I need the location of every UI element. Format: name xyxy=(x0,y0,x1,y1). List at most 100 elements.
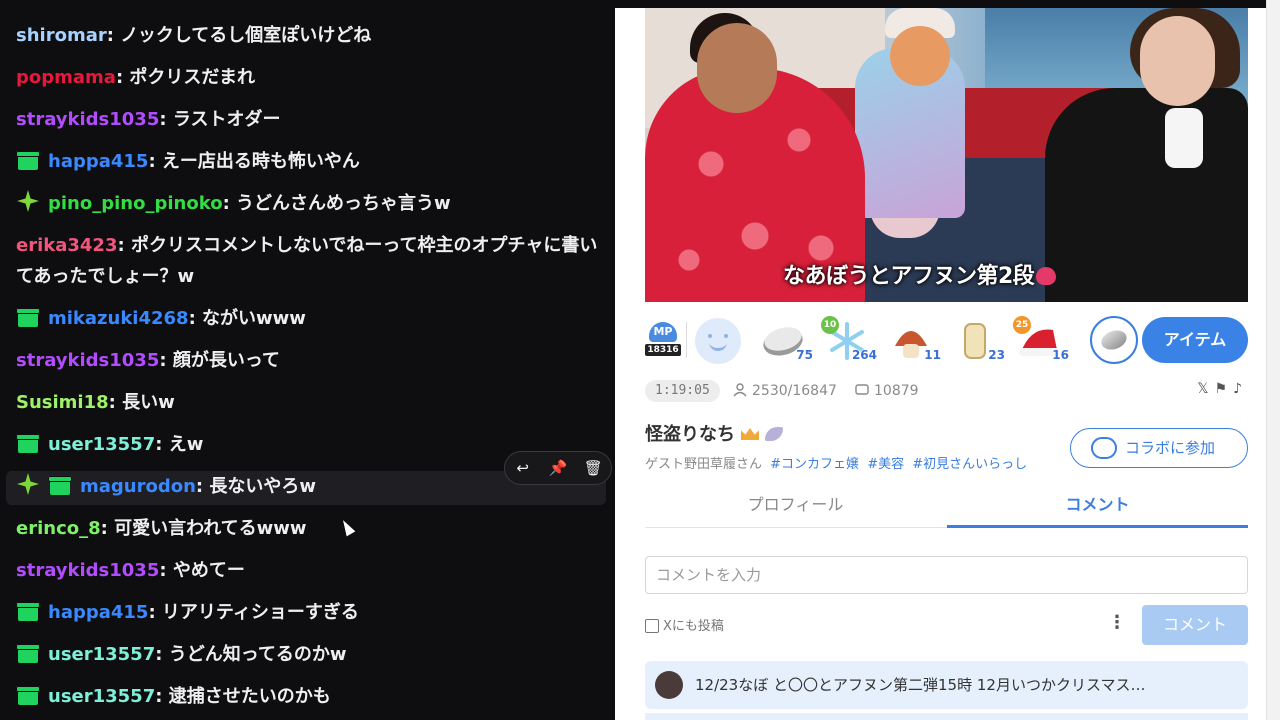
chat-username[interactable]: straykids1035 xyxy=(16,350,159,371)
reply-icon[interactable]: ↩ xyxy=(509,459,537,477)
chat-username[interactable]: popmama xyxy=(16,67,116,88)
mushroom-item[interactable]: 11 xyxy=(885,316,941,364)
chat-message[interactable]: popmama: ポクリスだまれ xyxy=(16,62,606,93)
chat-username[interactable]: erinco_8 xyxy=(16,518,101,539)
colon: : xyxy=(188,308,203,329)
mp-label: MP xyxy=(649,322,677,342)
smile-icon[interactable] xyxy=(695,318,741,364)
chat-message[interactable]: pino_pino_pinoko: うどんさんめっちゃ言うw xyxy=(16,188,606,219)
gift-badge-icon xyxy=(16,642,40,664)
chat-text: 長ないやろw xyxy=(209,476,317,497)
chat-message[interactable]: shiromar: ノックしてるし個室ぽいけどね xyxy=(16,20,606,51)
top-bar xyxy=(615,0,1280,8)
chat-username[interactable]: straykids1035 xyxy=(16,109,159,130)
send-comment-button[interactable]: コメント xyxy=(1142,605,1248,645)
colon: : xyxy=(195,476,210,497)
coin-button[interactable] xyxy=(1090,316,1138,364)
comment-icon xyxy=(855,384,869,395)
more-options-icon[interactable]: ⋮ xyxy=(1108,612,1126,633)
viewer-count: 2530/16847 xyxy=(733,380,837,402)
pin-icon[interactable]: 📌 xyxy=(544,459,572,477)
chat-message[interactable]: user13557: 逮捕させたいのかも xyxy=(16,681,606,712)
item-bar: MP 18316 75 10 264 11 23 25 16 アイテム xyxy=(645,316,1248,364)
message-actions: ↩ 📌 🗑 xyxy=(504,451,612,485)
item-level: 10 xyxy=(821,316,839,334)
tab-comments[interactable]: コメント xyxy=(947,490,1248,528)
tag[interactable]: #初見さんいらっし xyxy=(912,457,1027,472)
chat-message[interactable]: erinco_8: 可愛い言われてるwww xyxy=(16,513,606,544)
chat-username[interactable]: user13557 xyxy=(48,686,155,707)
chat-username[interactable]: happa415 xyxy=(48,151,148,172)
chat-text: リアリティショーすぎる xyxy=(161,602,359,623)
tag[interactable]: #コンカフェ嬢 xyxy=(770,457,859,472)
video-player[interactable]: なあぼうとアフヌン第2段 xyxy=(645,8,1248,302)
trash-icon[interactable]: 🗑 xyxy=(579,459,607,477)
music-icon[interactable]: ♪ xyxy=(1233,381,1248,397)
chat-message[interactable]: mikazuki4268: ながいwww xyxy=(16,303,606,334)
teapot-icon xyxy=(1036,267,1057,285)
item-level: 25 xyxy=(1013,316,1031,334)
chat-username[interactable]: magurodon xyxy=(80,476,196,497)
gift-badge-icon xyxy=(48,474,72,496)
colon: : xyxy=(115,67,130,88)
item-count: 264 xyxy=(851,348,877,362)
gift-badge-icon xyxy=(16,306,40,328)
colon: : xyxy=(159,560,173,581)
chat-username[interactable]: user13557 xyxy=(48,644,155,665)
sparkle-badge-icon xyxy=(16,472,40,495)
colon: : xyxy=(155,644,169,665)
notice-bottom xyxy=(645,713,1248,720)
video-caption: なあぼうとアフヌン第2段 xyxy=(783,258,1057,290)
chat-message[interactable]: straykids1035: 顔が長いって xyxy=(16,345,606,376)
chat-username[interactable]: straykids1035 xyxy=(16,560,159,581)
crown-icon xyxy=(741,428,759,440)
chat-username[interactable]: Susimi18 xyxy=(16,392,109,413)
chat-text: ポクリスだまれ xyxy=(129,67,256,88)
chat-username[interactable]: mikazuki4268 xyxy=(48,308,189,329)
flag-icon[interactable]: ⚑ xyxy=(1215,381,1234,397)
mp-badge[interactable]: MP 18316 xyxy=(645,322,681,358)
colon: : xyxy=(155,686,169,707)
chat-message[interactable]: straykids1035: やめてー xyxy=(16,555,606,586)
chat-text: えー店出る時も怖いやん xyxy=(161,151,360,172)
tab-profile[interactable]: プロフィール xyxy=(645,490,946,528)
comment-count: 10879 xyxy=(855,380,919,402)
colon: : xyxy=(100,518,115,539)
pinned-notice[interactable]: 12/23なぼ と〇〇とアフヌン第二弾15時 12月いつかクリスマス… xyxy=(645,661,1248,709)
scroll-item[interactable]: 23 xyxy=(949,316,1005,364)
chat-message[interactable]: straykids1035: ラストオダー xyxy=(16,104,606,135)
chat-message[interactable]: user13557: うどん知ってるのかw xyxy=(16,639,606,670)
sparkle-badge-icon xyxy=(16,189,40,212)
chat-message[interactable]: happa415: えー店出る時も怖いやん xyxy=(16,146,606,177)
x-icon[interactable]: 𝕏 xyxy=(1197,381,1214,397)
coin-item[interactable]: 75 xyxy=(757,316,813,364)
x-post-checkbox[interactable]: Xにも投稿 xyxy=(645,615,724,634)
colon: : xyxy=(148,151,162,172)
colon: : xyxy=(117,235,131,256)
chat-message[interactable]: erika3423: ポクリスコメントしないでねーって枠主のオプチャに書いてあっ… xyxy=(16,230,606,292)
item-count: 75 xyxy=(796,348,813,362)
stream-panel: なあぼうとアフヌン第2段 MP 18316 75 10 264 11 23 25 xyxy=(615,0,1280,720)
snowflake-item[interactable]: 10 264 xyxy=(821,316,877,364)
chat-username[interactable]: erika3423 xyxy=(16,235,117,256)
tag[interactable]: #美容 xyxy=(867,457,904,472)
streamer-title: 怪盗りなち xyxy=(645,420,783,446)
share-icons: 𝕏⚑♪ xyxy=(1178,381,1248,401)
chat-message[interactable]: happa415: リアリティショーすぎる xyxy=(16,597,606,628)
divider xyxy=(686,322,687,358)
chat-username[interactable]: pino_pino_pinoko xyxy=(48,193,223,214)
chat-username[interactable]: shiromar xyxy=(16,25,107,46)
chat-text: うどんさんめっちゃ言うw xyxy=(236,193,451,214)
item-button[interactable]: アイテム xyxy=(1142,317,1248,363)
tag-line: ゲスト野田草履さん #コンカフェ嬢 #美容 #初見さんいらっし xyxy=(645,453,1063,472)
collab-button[interactable]: コラボに参加 xyxy=(1070,428,1248,468)
chat-message[interactable]: Susimi18: 長いw xyxy=(16,387,606,418)
checkbox[interactable] xyxy=(645,619,659,633)
colon: : xyxy=(148,602,162,623)
chat-username[interactable]: happa415 xyxy=(48,602,148,623)
chat-username[interactable]: user13557 xyxy=(48,434,155,455)
comment-input[interactable]: コメントを入力 xyxy=(645,556,1248,594)
elapsed-time: 1:19:05 xyxy=(645,380,720,402)
scrollbar[interactable] xyxy=(1266,0,1280,720)
santa-hat-item[interactable]: 25 16 xyxy=(1013,316,1069,364)
